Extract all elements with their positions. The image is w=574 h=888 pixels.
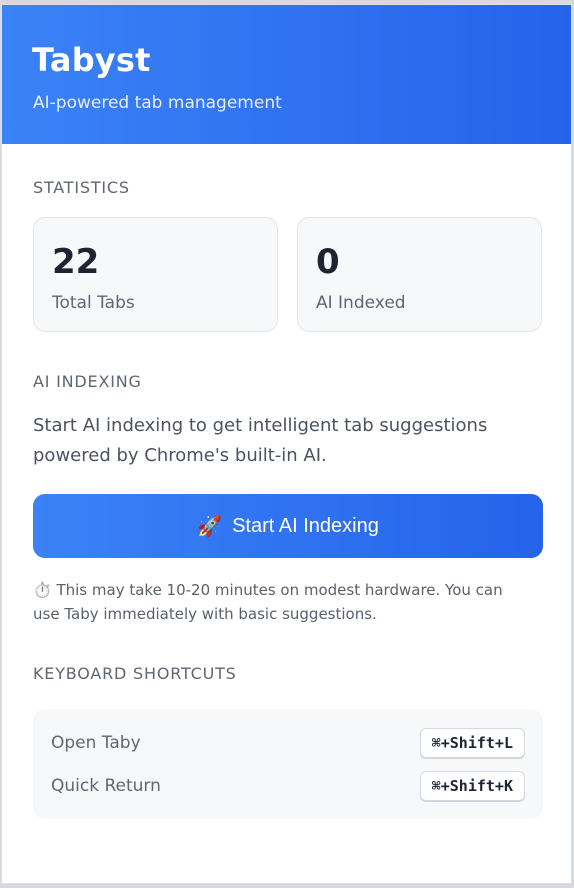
- indexing-time-note: ⏱️ This may take 10-20 minutes on modest…: [33, 578, 533, 626]
- shortcuts-panel: Open Taby ⌘+Shift+L Quick Return ⌘+Shift…: [33, 709, 543, 819]
- app-title: Tabyst: [32, 41, 151, 79]
- shortcut-label: Quick Return: [51, 776, 161, 796]
- rocket-icon: 🚀: [197, 515, 223, 538]
- popup-header: Tabyst AI-powered tab management: [2, 5, 571, 144]
- ai-indexing-description: Start AI indexing to get intelligent tab…: [33, 415, 488, 466]
- indexing-time-note-text: This may take 10-20 minutes on modest ha…: [33, 581, 503, 623]
- app-subtitle: AI-powered tab management: [33, 93, 282, 113]
- stopwatch-icon: ⏱️: [33, 581, 52, 599]
- shortcut-label: Open Taby: [51, 733, 141, 753]
- shortcut-keys: ⌘+Shift+L: [419, 728, 525, 758]
- shortcut-keys: ⌘+Shift+K: [419, 771, 525, 801]
- shortcuts-section-title: KEYBOARD SHORTCUTS: [33, 664, 237, 683]
- shortcut-row-open-taby: Open Taby ⌘+Shift+L: [51, 728, 525, 758]
- statistics-section-title: STATISTICS: [33, 178, 130, 197]
- shortcut-row-quick-return: Quick Return ⌘+Shift+K: [51, 771, 525, 801]
- stat-card-ai-indexed: 0 AI Indexed: [297, 217, 542, 332]
- stat-value: 22: [52, 242, 100, 282]
- ai-indexing-section-title: AI INDEXING: [33, 372, 142, 391]
- stat-label: AI Indexed: [316, 293, 406, 313]
- stat-value: 0: [316, 242, 340, 282]
- start-ai-indexing-button[interactable]: 🚀 Start AI Indexing: [33, 494, 543, 558]
- stat-card-total-tabs: 22 Total Tabs: [33, 217, 278, 332]
- extension-popup: Tabyst AI-powered tab management STATIST…: [1, 4, 572, 884]
- start-ai-indexing-label: Start AI Indexing: [232, 514, 379, 537]
- stat-label: Total Tabs: [52, 293, 135, 313]
